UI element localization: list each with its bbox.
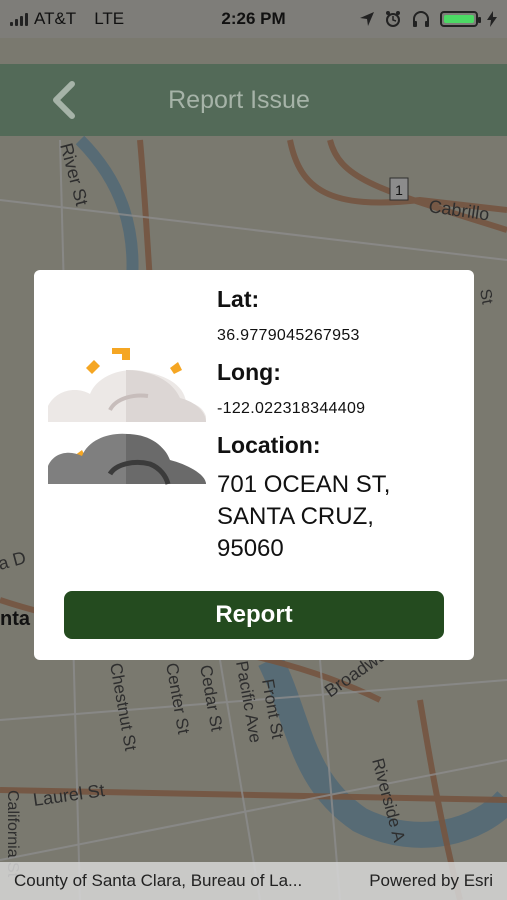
address: 701 OCEAN ST, SANTA CRUZ, 95060 (217, 469, 467, 565)
signal-strength-icon (10, 12, 28, 26)
address-line-3: 95060 (217, 535, 284, 562)
attribution-source[interactable]: County of Santa Clara, Bureau of La... (14, 871, 302, 891)
long-value: -122.022318344409 (217, 400, 366, 417)
status-bar: AT&T LTE 2:26 PM (0, 0, 507, 38)
lat-label: Lat: (217, 286, 260, 312)
charging-bolt-icon (487, 11, 497, 27)
alarm-icon (386, 11, 400, 27)
report-dialog: Lat: 36.9779045267953 Long: -122.0223183… (34, 270, 474, 660)
location-info: Lat: 36.9779045267953 Long: -122.0223183… (217, 286, 467, 565)
battery-icon (440, 11, 481, 27)
lat-value: 36.9779045267953 (217, 327, 360, 344)
map-attribution: County of Santa Clara, Bureau of La... P… (0, 862, 507, 900)
network-type: LTE (94, 9, 125, 28)
long-label: Long: (217, 359, 281, 385)
headphones-icon (413, 11, 429, 27)
page-title: Report Issue (168, 86, 310, 114)
powered-by-esri: Powered by Esri (369, 871, 493, 890)
address-line-2: SANTA CRUZ, (217, 503, 374, 530)
location-arrow-icon (360, 12, 374, 26)
address-line-1: 701 OCEAN ST, (217, 471, 391, 498)
location-label: Location: (217, 432, 321, 458)
navigation-bar: Report Issue (0, 64, 507, 136)
report-button[interactable]: Report (64, 591, 444, 639)
carrier-name: AT&T (34, 9, 77, 28)
partly-cloudy-sun-icon (48, 348, 206, 485)
